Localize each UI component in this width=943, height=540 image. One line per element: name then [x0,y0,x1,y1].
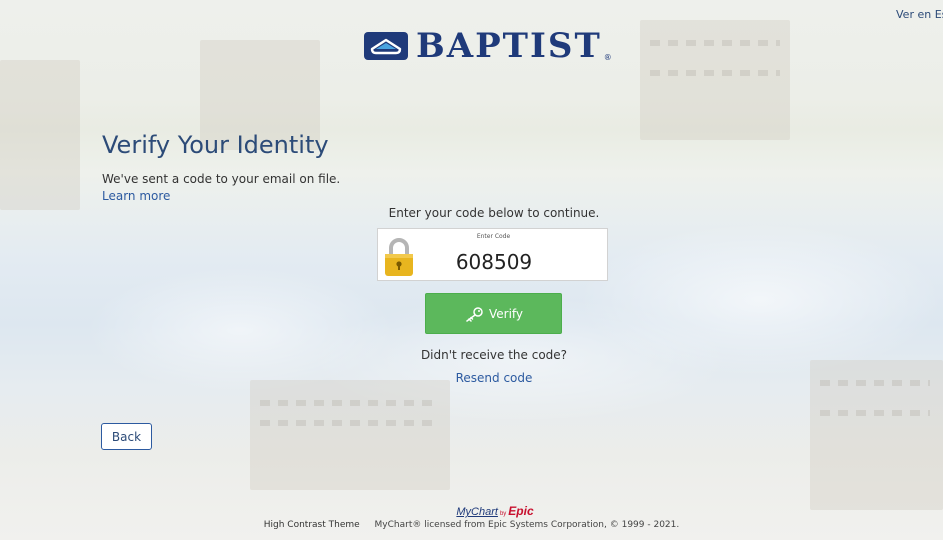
code-input[interactable] [428,248,560,276]
footer: High Contrast Theme MyChart® licensed fr… [0,520,943,530]
brand-registered-mark: ® [603,53,612,62]
baptist-logo-icon [364,32,408,60]
code-entry-box: Enter Code [377,228,608,281]
subtitle: We've sent a code to your email on file. [102,172,341,186]
code-label: Enter Code [476,233,511,240]
language-link[interactable]: Ver en Español [896,8,943,21]
mychart-by-epic-logo: MyChart by Epic [420,502,570,518]
resend-code-link[interactable]: Resend code [380,371,608,385]
verify-button[interactable]: Verify [425,293,562,334]
instruction-text: Enter your code below to continue. [388,206,600,220]
brand-logo: BAPTIST ® [364,26,612,66]
high-contrast-theme-link[interactable]: High Contrast Theme [264,520,360,530]
copyright-text: MyChart® licensed from Epic Systems Corp… [374,520,680,530]
lock-icon [383,237,415,277]
by-wordmark: by [499,511,507,517]
brand-name: BAPTIST [416,26,602,66]
didnt-receive-text: Didn't receive the code? [420,348,568,362]
mychart-wordmark: MyChart [456,506,498,518]
back-button[interactable]: Back [101,423,152,450]
learn-more-link[interactable]: Learn more [102,189,170,203]
page-title: Verify Your Identity [102,131,329,159]
verify-label: Verify [488,306,524,321]
epic-wordmark: Epic [508,504,534,518]
key-icon [464,306,484,322]
